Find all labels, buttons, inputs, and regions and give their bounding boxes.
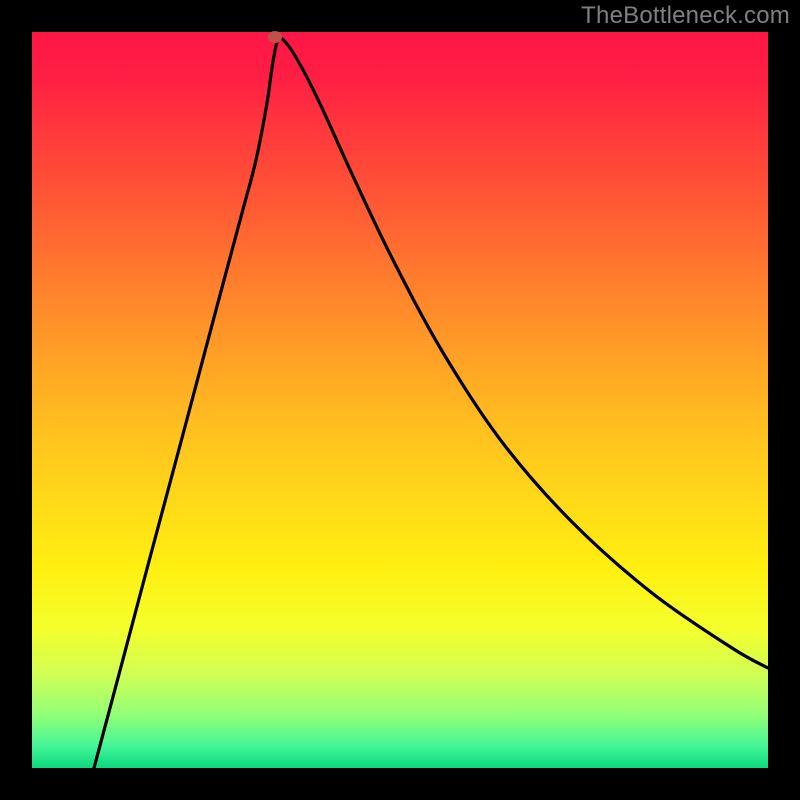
plot-area bbox=[32, 32, 768, 768]
min-marker bbox=[268, 31, 282, 43]
attribution-text: TheBottleneck.com bbox=[581, 2, 790, 30]
curve-svg bbox=[32, 32, 768, 768]
chart-frame: TheBottleneck.com bbox=[0, 0, 800, 800]
curve-path bbox=[94, 38, 768, 768]
